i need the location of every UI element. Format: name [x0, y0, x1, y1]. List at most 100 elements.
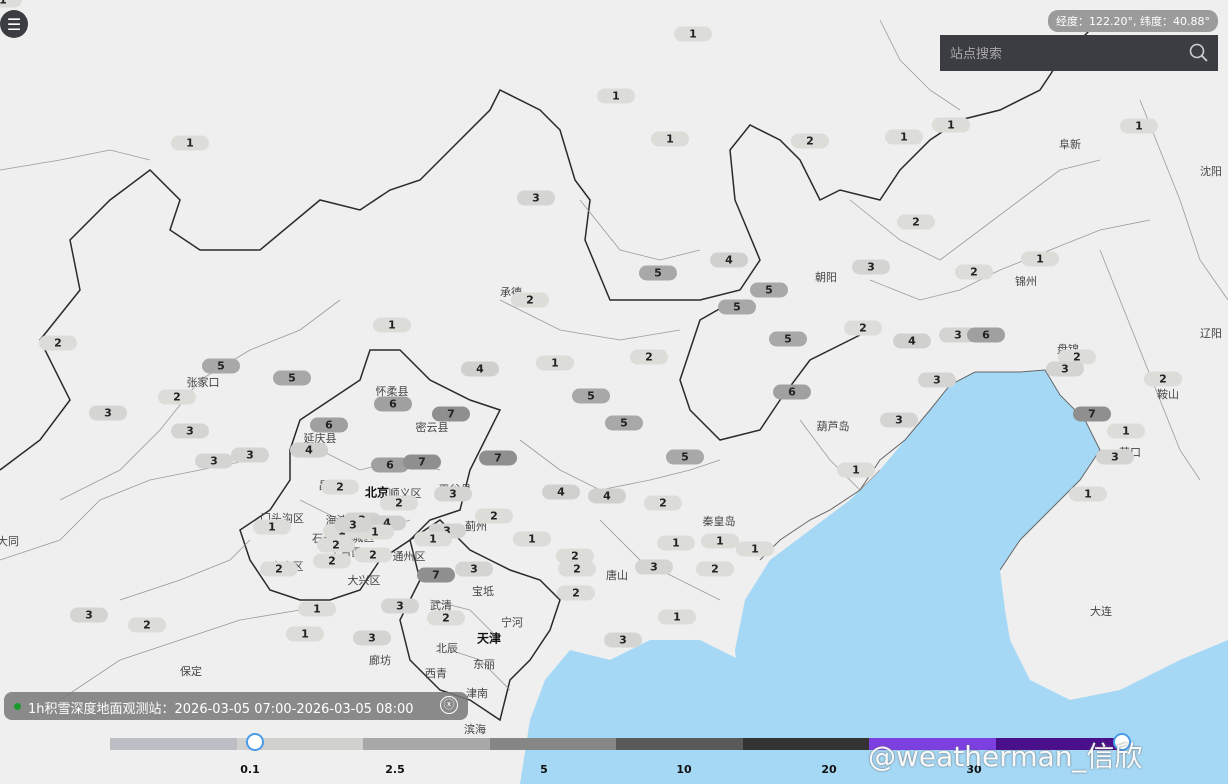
station-value-marker[interactable]: 1	[298, 601, 336, 617]
station-value-marker[interactable]: 2	[897, 214, 935, 230]
station-value-marker[interactable]: 1	[885, 129, 923, 145]
station-value-marker[interactable]: 3	[381, 598, 419, 614]
station-value-marker[interactable]: 1	[1120, 118, 1158, 134]
station-value-marker[interactable]: 2	[128, 617, 166, 633]
station-value-marker[interactable]: 2	[1144, 371, 1182, 387]
station-value-marker[interactable]: 5	[666, 449, 704, 465]
station-value-marker[interactable]: 4	[461, 361, 499, 377]
legend-min-handle[interactable]	[246, 733, 264, 751]
search-input[interactable]	[940, 35, 1192, 73]
station-value-marker[interactable]: 3	[1096, 449, 1134, 465]
station-value-marker[interactable]: 5	[639, 265, 677, 281]
station-value-marker[interactable]: 4	[710, 252, 748, 268]
station-value-marker[interactable]: 3	[517, 190, 555, 206]
station-value-marker[interactable]: 3	[880, 412, 918, 428]
station-value-marker[interactable]: 2	[354, 547, 392, 563]
station-value-marker[interactable]: 1	[736, 541, 774, 557]
city-label: 大兴区	[347, 574, 381, 587]
station-value-marker[interactable]: 2	[313, 553, 351, 569]
station-value-marker[interactable]: 1	[658, 609, 696, 625]
station-value-marker[interactable]: 7	[479, 450, 517, 466]
station-value-marker[interactable]: 2	[427, 610, 465, 626]
station-value-marker[interactable]: 5	[202, 358, 240, 374]
station-value-marker[interactable]: 1	[674, 26, 712, 42]
legend-segment	[363, 738, 490, 750]
station-value-marker[interactable]: 3	[231, 447, 269, 463]
station-value-marker[interactable]: 4	[290, 442, 328, 458]
station-value-marker[interactable]: 4	[588, 488, 626, 504]
station-value-marker[interactable]: 5	[605, 415, 643, 431]
station-value-marker[interactable]: 1	[414, 531, 452, 547]
city-label: 滨海	[464, 723, 486, 736]
station-value-marker[interactable]: 5	[273, 370, 311, 386]
station-value-marker[interactable]: 6	[773, 384, 811, 400]
station-value-marker[interactable]: 3	[70, 607, 108, 623]
station-value-marker[interactable]: 2	[321, 479, 359, 495]
station-value-marker[interactable]: 1	[651, 131, 689, 147]
station-value-marker[interactable]: 3	[171, 423, 209, 439]
station-value-marker[interactable]: 2	[955, 264, 993, 280]
station-value-marker[interactable]: 1	[1107, 423, 1145, 439]
menu-button[interactable]: ☰	[0, 10, 28, 38]
station-value-marker[interactable]: 2	[158, 389, 196, 405]
station-value-marker[interactable]: 6	[374, 396, 412, 412]
station-value-marker[interactable]: 1	[513, 531, 551, 547]
station-value-marker[interactable]: 1	[171, 135, 209, 151]
station-value-marker[interactable]: 1	[373, 317, 411, 333]
station-value-marker[interactable]: 2	[558, 561, 596, 577]
city-label: 朝阳	[815, 271, 837, 284]
close-icon[interactable]: ⓧ	[440, 696, 458, 714]
station-value-marker[interactable]: 5	[750, 282, 788, 298]
station-value-marker[interactable]: 3	[89, 405, 127, 421]
station-value-marker[interactable]: 2	[696, 561, 734, 577]
station-value-marker[interactable]: 5	[769, 331, 807, 347]
station-value-marker[interactable]: 2	[317, 537, 355, 553]
station-value-marker[interactable]: 3	[353, 630, 391, 646]
city-label: 北辰	[436, 642, 458, 655]
station-search[interactable]	[940, 35, 1218, 73]
station-value-marker[interactable]: 5	[572, 388, 610, 404]
station-value-marker[interactable]: 3	[604, 632, 642, 648]
station-value-marker[interactable]: 1	[1069, 486, 1107, 502]
menu-icon: ☰	[6, 14, 22, 34]
station-value-marker[interactable]: 2	[557, 585, 595, 601]
station-value-marker[interactable]: 2	[260, 561, 298, 577]
station-value-marker[interactable]: 3	[434, 486, 472, 502]
station-value-marker[interactable]: 7	[403, 454, 441, 470]
station-value-marker[interactable]: 1	[1021, 251, 1059, 267]
station-value-marker[interactable]: 3	[455, 561, 493, 577]
station-value-marker[interactable]: 2	[511, 292, 549, 308]
station-value-marker[interactable]: 1	[597, 88, 635, 104]
station-value-marker[interactable]: 7	[417, 567, 455, 583]
search-icon[interactable]	[1188, 42, 1210, 64]
station-value-marker[interactable]: 1	[837, 462, 875, 478]
station-value-marker[interactable]: 4	[542, 484, 580, 500]
station-value-marker[interactable]: 6	[967, 327, 1005, 343]
city-label: 保定	[180, 665, 202, 678]
station-value-marker[interactable]: 6	[310, 417, 348, 433]
station-value-marker[interactable]: 3	[1046, 361, 1084, 377]
station-value-marker[interactable]: 1	[286, 626, 324, 642]
station-value-marker[interactable]: 2	[644, 495, 682, 511]
station-value-marker[interactable]: 2	[39, 335, 77, 351]
station-value-marker[interactable]: 2	[630, 349, 668, 365]
station-value-marker[interactable]: 5	[718, 299, 756, 315]
station-value-marker[interactable]: 3	[635, 559, 673, 575]
station-value-marker[interactable]: 2	[380, 495, 418, 511]
station-value-marker[interactable]: 3	[918, 372, 956, 388]
station-value-marker[interactable]: 3	[852, 259, 890, 275]
station-value-marker[interactable]: 1	[701, 533, 739, 549]
station-value-marker[interactable]: 1	[253, 519, 291, 535]
station-value-marker[interactable]: 3	[334, 517, 372, 533]
station-value-marker[interactable]: 1	[536, 355, 574, 371]
station-value-marker[interactable]: 3	[195, 453, 233, 469]
station-value-marker[interactable]: 1	[932, 117, 970, 133]
station-value-marker[interactable]: 2	[475, 508, 513, 524]
station-value-marker[interactable]: 7	[432, 406, 470, 422]
station-value-marker[interactable]: 2	[844, 320, 882, 336]
station-value-marker[interactable]: 2	[791, 133, 829, 149]
station-value-marker[interactable]: 7	[1073, 406, 1111, 422]
station-value-marker[interactable]: 4	[893, 333, 931, 349]
city-label: 鞍山	[1157, 388, 1179, 401]
station-value-marker[interactable]: 1	[657, 535, 695, 551]
